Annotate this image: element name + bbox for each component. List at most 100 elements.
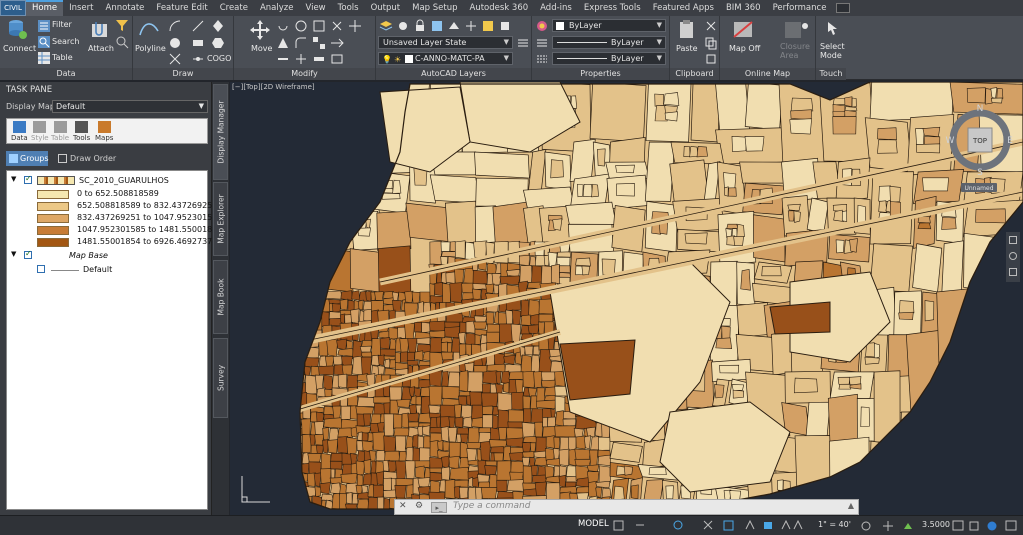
- array-icon[interactable]: [312, 36, 326, 50]
- grid-icon[interactable]: [613, 520, 624, 531]
- scale-icon[interactable]: [276, 52, 290, 66]
- transparency-icon[interactable]: [764, 522, 772, 529]
- command-line[interactable]: ✕ ⚙ ▸_ Type a command ▲: [394, 499, 859, 515]
- legend-item-label[interactable]: 0 to 652.508818589: [77, 189, 159, 198]
- layer-state-select[interactable]: Unsaved Layer State ▼: [378, 36, 513, 49]
- cogo-button[interactable]: COGO: [207, 54, 231, 63]
- customize-status-icon[interactable]: [1005, 520, 1017, 531]
- add-icon[interactable]: [883, 521, 893, 531]
- erase-icon[interactable]: [330, 19, 344, 33]
- tab-view[interactable]: View: [299, 0, 331, 16]
- map-off-button[interactable]: Map Off: [729, 44, 760, 53]
- match-properties-icon[interactable]: [535, 19, 549, 33]
- task-pane-table-button[interactable]: Table: [51, 119, 69, 142]
- table-button[interactable]: Table: [52, 53, 73, 62]
- tab-performance[interactable]: Performance: [767, 0, 833, 16]
- tab-analyze[interactable]: Analyze: [254, 0, 300, 16]
- isolate-objects-icon[interactable]: [969, 521, 979, 531]
- cut-icon[interactable]: [704, 19, 718, 33]
- select-mode-icon[interactable]: [820, 19, 842, 41]
- viewport-controls-label[interactable]: [−][Top][2D Wireframe]: [232, 83, 315, 91]
- attach-icon[interactable]: [89, 19, 111, 41]
- tab-feature-edit[interactable]: Feature Edit: [150, 0, 213, 16]
- layer-unisolate-icon[interactable]: [498, 19, 512, 33]
- trim-icon[interactable]: [294, 52, 308, 66]
- filter-button[interactable]: Filter: [52, 20, 72, 29]
- join-icon[interactable]: [312, 52, 326, 66]
- attach-button[interactable]: Attach: [88, 44, 114, 53]
- tab-express-tools[interactable]: Express Tools: [578, 0, 647, 16]
- match-clip-icon[interactable]: [704, 52, 718, 66]
- map-base-checkbox[interactable]: [24, 249, 32, 259]
- pan-icon[interactable]: [1009, 236, 1017, 244]
- side-tab-map-explorer[interactable]: Map Explorer: [213, 182, 228, 256]
- task-pane-maps-button[interactable]: Maps: [95, 119, 113, 142]
- search-button[interactable]: Search: [52, 37, 79, 46]
- layer-name[interactable]: SC_2010_GUARULHOS: [79, 176, 169, 185]
- lineweight-icon[interactable]: [535, 36, 549, 50]
- isolate-icon[interactable]: [952, 520, 964, 531]
- select-mode-button[interactable]: Select Mode: [820, 42, 848, 60]
- polyline-button[interactable]: Polyline: [135, 44, 166, 53]
- draw-order-tab[interactable]: Draw Order: [56, 151, 116, 166]
- explode-icon[interactable]: [348, 19, 362, 33]
- rectangle-icon[interactable]: [191, 36, 205, 50]
- linetype-icon[interactable]: [535, 52, 549, 66]
- layer-lock-icon[interactable]: [413, 19, 427, 33]
- tab-annotate[interactable]: Annotate: [100, 0, 151, 16]
- move-button[interactable]: Move: [251, 44, 272, 53]
- panel-data-title[interactable]: Data: [0, 68, 132, 80]
- funnel-icon[interactable]: [115, 18, 129, 32]
- move-icon[interactable]: [249, 19, 271, 41]
- task-pane-style-button[interactable]: Style: [31, 119, 49, 142]
- offset-icon[interactable]: [312, 19, 326, 33]
- task-pane-tools-button[interactable]: Tools: [73, 119, 90, 142]
- paste-icon[interactable]: [676, 19, 698, 41]
- annotation-icon[interactable]: [781, 520, 791, 530]
- circle-icon[interactable]: [168, 36, 182, 50]
- tab-featured-apps[interactable]: Featured Apps: [647, 0, 720, 16]
- layer-properties-icon[interactable]: [379, 19, 393, 33]
- command-scroll-icon[interactable]: ▲: [848, 501, 854, 510]
- collapse-icon[interactable]: ▼: [11, 175, 16, 183]
- hardware-accel-icon[interactable]: [904, 523, 912, 529]
- rotate-icon[interactable]: [276, 19, 290, 33]
- orbit-icon[interactable]: [1009, 268, 1017, 276]
- legend-item-label[interactable]: 1481.55001854 to 6926.46927374: [77, 237, 217, 246]
- legend-item-label[interactable]: 1047.952301585 to 1481.55001854: [77, 225, 222, 234]
- default-style-checkbox[interactable]: [37, 265, 45, 273]
- lineweight-scale-value[interactable]: 3.5000: [922, 520, 950, 529]
- collapse-icon[interactable]: ▼: [11, 250, 16, 258]
- panel-clipboard-title[interactable]: Clipboard: [670, 68, 719, 80]
- linetype-select[interactable]: ByLayer ▼: [552, 52, 666, 65]
- zoom-icon[interactable]: [1009, 252, 1017, 260]
- layer-match-icon[interactable]: [464, 19, 478, 33]
- layer-state-icon[interactable]: [516, 36, 530, 50]
- line-icon[interactable]: [191, 19, 205, 33]
- groups-tab[interactable]: Groups: [6, 151, 49, 166]
- break-icon[interactable]: [330, 52, 344, 66]
- stretch-icon[interactable]: [330, 36, 344, 50]
- polar-icon[interactable]: [673, 520, 683, 530]
- recent-commands-button[interactable]: ▸_: [431, 502, 447, 513]
- lineweight-toggle-icon[interactable]: [745, 520, 755, 530]
- panel-properties-title[interactable]: Properties: [532, 68, 669, 80]
- map-base-label[interactable]: Map Base: [69, 251, 108, 260]
- copy-icon[interactable]: [294, 19, 308, 33]
- panel-modify-title[interactable]: Modify: [234, 68, 375, 80]
- layer-previous-icon[interactable]: [481, 19, 495, 33]
- copy-clip-icon[interactable]: [704, 36, 718, 50]
- map-off-icon[interactable]: [732, 19, 754, 41]
- arc-icon[interactable]: [168, 19, 182, 33]
- mirror-icon[interactable]: [276, 36, 290, 50]
- model-space-button[interactable]: MODEL: [578, 519, 609, 529]
- panel-draw-title[interactable]: Draw: [133, 68, 233, 80]
- layer-freeze-icon[interactable]: [396, 19, 410, 33]
- tab-create[interactable]: Create: [214, 0, 254, 16]
- annotation-scale[interactable]: 1" = 40': [818, 520, 851, 529]
- layer-visibility-checkbox[interactable]: [24, 174, 32, 184]
- transform-icon[interactable]: [168, 52, 182, 66]
- current-layer-select[interactable]: 💡 ☀ C-ANNO-MATC-PA ▼: [378, 52, 513, 65]
- osnap-icon[interactable]: [703, 520, 713, 530]
- legend-item-label[interactable]: 832.437269251 to 1047.952301585: [77, 213, 222, 222]
